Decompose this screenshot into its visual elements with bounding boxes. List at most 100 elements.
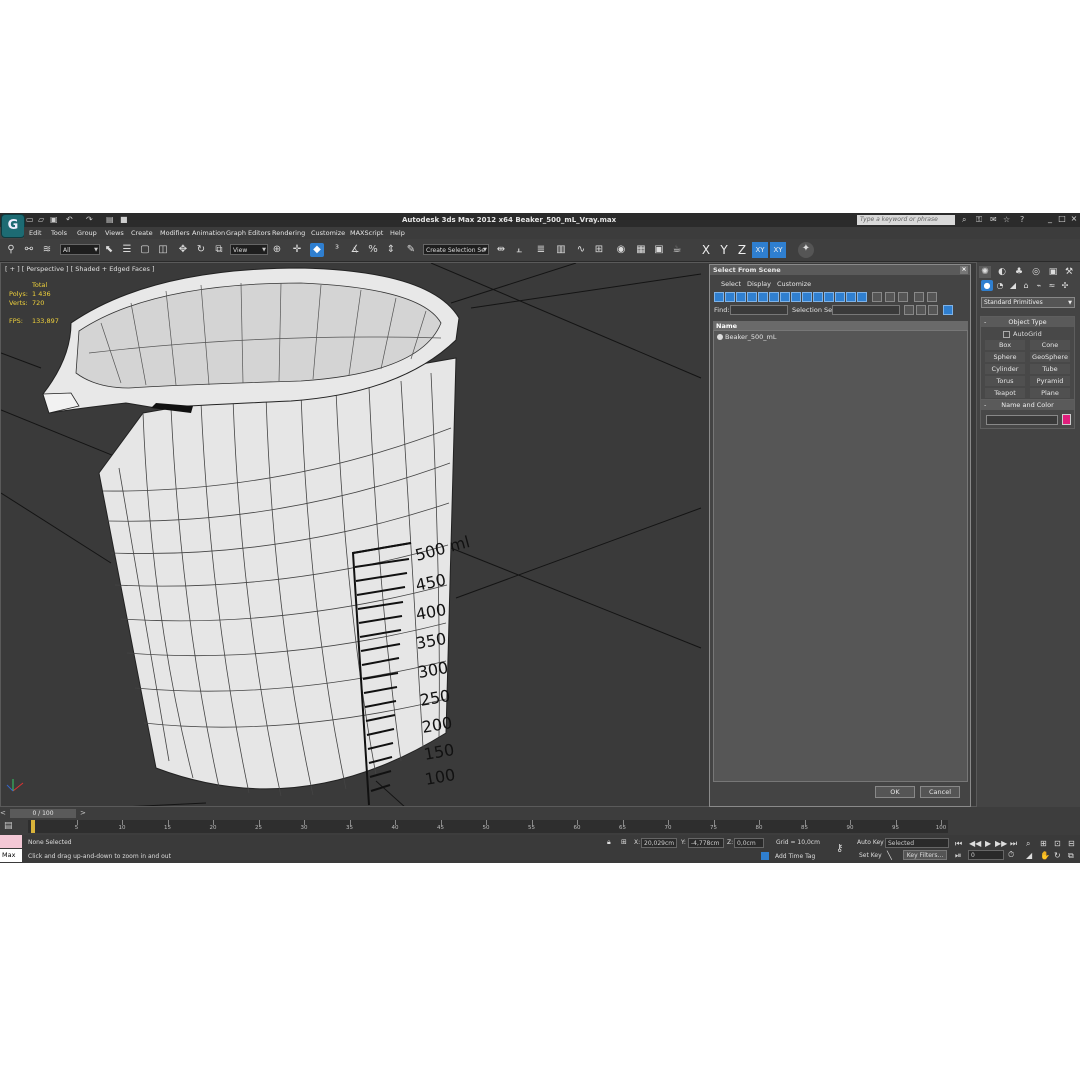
display-helpers-icon[interactable]: [758, 292, 768, 302]
go-to-start-icon[interactable]: ⏮: [955, 839, 962, 849]
utilities-tab-icon[interactable]: ⚒: [1063, 266, 1075, 278]
menu-edit[interactable]: Edit: [29, 229, 42, 237]
shapes-category-icon[interactable]: ◔: [994, 280, 1006, 291]
render-production-icon[interactable]: ☕: [670, 243, 684, 257]
zoom-icon[interactable]: ⌕: [1026, 839, 1030, 849]
spinner-snap-icon[interactable]: ⇕: [384, 243, 398, 257]
close-button[interactable]: ×: [1069, 214, 1079, 224]
absolute-mode-icon[interactable]: ⊞: [621, 838, 627, 846]
name-and-color-rollout-title[interactable]: - Name and Color: [981, 400, 1074, 410]
axis-y-button[interactable]: Y: [716, 242, 732, 258]
z-coordinate-field[interactable]: 0,0cm: [734, 838, 764, 848]
search-icon[interactable]: ⌕: [962, 215, 966, 225]
display-lights-icon[interactable]: [736, 292, 746, 302]
zoom-extents-icon[interactable]: ⊡: [1054, 839, 1061, 848]
select-by-name-icon[interactable]: ☰: [120, 243, 134, 257]
dialog-menu-customize[interactable]: Customize: [777, 280, 811, 288]
display-frozen-icon[interactable]: [824, 292, 834, 302]
object-color-swatch[interactable]: [1062, 414, 1071, 425]
select-scale-icon[interactable]: ⧉: [212, 243, 226, 257]
select-rotate-icon[interactable]: ↻: [194, 243, 208, 257]
find-input[interactable]: [730, 305, 788, 315]
display-tab-icon[interactable]: ▣: [1047, 266, 1059, 278]
systems-category-icon[interactable]: ✣: [1059, 280, 1071, 291]
hierarchy-tab-icon[interactable]: ♣: [1013, 266, 1025, 278]
tube-button[interactable]: Tube: [1030, 364, 1070, 374]
display-hidden-icon[interactable]: [835, 292, 845, 302]
menu-maxscript[interactable]: MAXScript: [350, 229, 383, 237]
time-slider[interactable]: 0 / 100: [10, 809, 76, 818]
layer-manager-icon[interactable]: ≣: [534, 243, 548, 257]
key-mode-toggle-icon[interactable]: ⏯: [955, 851, 961, 861]
hold-icon[interactable]: ■: [120, 215, 128, 224]
save-icon[interactable]: ▣: [50, 215, 58, 224]
display-geometry-icon[interactable]: [714, 292, 724, 302]
add-time-tag[interactable]: Add Time Tag: [775, 853, 815, 860]
teapot-button[interactable]: Teapot: [985, 388, 1025, 398]
project-folder-icon[interactable]: ▤: [106, 215, 114, 224]
rectangular-selection-icon[interactable]: ▢: [138, 243, 152, 257]
select-children-icon[interactable]: [928, 305, 938, 315]
new-file-icon[interactable]: ▭: [26, 215, 34, 224]
application-menu-button[interactable]: G: [1, 214, 25, 238]
menu-modifiers[interactable]: Modifiers: [160, 229, 190, 237]
favorites-icon[interactable]: ☆: [1003, 215, 1010, 224]
list-item[interactable]: Beaker_500_mL: [717, 333, 777, 341]
display-cameras-icon[interactable]: [747, 292, 757, 302]
percent-snap-icon[interactable]: %: [366, 243, 380, 257]
menu-group[interactable]: Group: [77, 229, 97, 237]
snaps-toggle-icon[interactable]: ³: [330, 243, 344, 257]
time-tag-icon[interactable]: [761, 852, 769, 860]
maxscript-input[interactable]: Max: [0, 849, 22, 862]
cancel-button[interactable]: Cancel: [920, 786, 960, 798]
pan-view-icon[interactable]: ✋: [1040, 851, 1050, 860]
previous-frame-icon[interactable]: ◀◀: [969, 839, 981, 848]
display-xrefs-icon[interactable]: [791, 292, 801, 302]
menu-help[interactable]: Help: [390, 229, 405, 237]
link-icon[interactable]: ⚲: [4, 243, 18, 257]
display-bones-icon[interactable]: [802, 292, 812, 302]
edit-named-selection-icon[interactable]: ✎: [404, 243, 418, 257]
select-dependents-icon[interactable]: [916, 305, 926, 315]
autogrid-checkbox[interactable]: AutoGrid: [1003, 330, 1042, 338]
pyramid-button[interactable]: Pyramid: [1030, 376, 1070, 386]
space-warps-category-icon[interactable]: ≈: [1046, 280, 1058, 291]
cone-button[interactable]: Cone: [1030, 340, 1070, 350]
key-mode-dropdown[interactable]: Selected: [885, 838, 949, 848]
next-frame-icon[interactable]: ▶▶: [995, 839, 1007, 848]
current-frame-marker[interactable]: [31, 820, 35, 833]
viewport-label[interactable]: [ + ] [ Perspective ] [ Shaded + Edged F…: [5, 265, 155, 273]
select-invert-icon[interactable]: [898, 292, 908, 302]
maximize-button[interactable]: □: [1057, 214, 1067, 224]
dialog-title-bar[interactable]: Select From Scene ×: [710, 265, 970, 275]
display-containers-icon[interactable]: [813, 292, 823, 302]
motion-tab-icon[interactable]: ◎: [1030, 266, 1042, 278]
filter-icon[interactable]: [914, 292, 924, 302]
filter-options-icon[interactable]: [927, 292, 937, 302]
redo-icon[interactable]: ↷: [86, 215, 93, 224]
sphere-button[interactable]: Sphere: [985, 352, 1025, 362]
minimize-button[interactable]: _: [1045, 214, 1055, 224]
time-configuration-icon[interactable]: ⏱: [1008, 850, 1014, 860]
render-setup-icon[interactable]: ▦: [634, 243, 648, 257]
axis-xy-button[interactable]: XY: [752, 242, 768, 258]
ok-button[interactable]: OK: [875, 786, 915, 798]
bind-space-warp-icon[interactable]: ≋: [40, 243, 54, 257]
object-type-rollout-title[interactable]: - Object Type: [981, 317, 1074, 327]
orbit-icon[interactable]: ↻: [1054, 851, 1061, 860]
vray-icon[interactable]: ✦: [798, 242, 814, 258]
selection-filter-dropdown[interactable]: All: [60, 244, 100, 256]
select-influences-icon[interactable]: [943, 305, 953, 315]
zoom-all-icon[interactable]: ⊞: [1040, 839, 1047, 848]
help-icon[interactable]: ?: [1020, 215, 1024, 224]
named-selection-set-dropdown[interactable]: Create Selection Se: [423, 244, 489, 256]
selection-set-dropdown[interactable]: [832, 305, 900, 315]
menu-graph-editors[interactable]: Graph Editors: [226, 229, 271, 237]
cylinder-button[interactable]: Cylinder: [985, 364, 1025, 374]
time-slider-next-icon[interactable]: >: [80, 809, 86, 817]
open-file-icon[interactable]: ▱: [38, 215, 44, 224]
curve-editor-icon[interactable]: ∿: [574, 243, 588, 257]
menu-create[interactable]: Create: [131, 229, 153, 237]
selection-lock-icon[interactable]: 🔒︎: [607, 838, 611, 847]
undo-icon[interactable]: ↶: [66, 215, 73, 224]
